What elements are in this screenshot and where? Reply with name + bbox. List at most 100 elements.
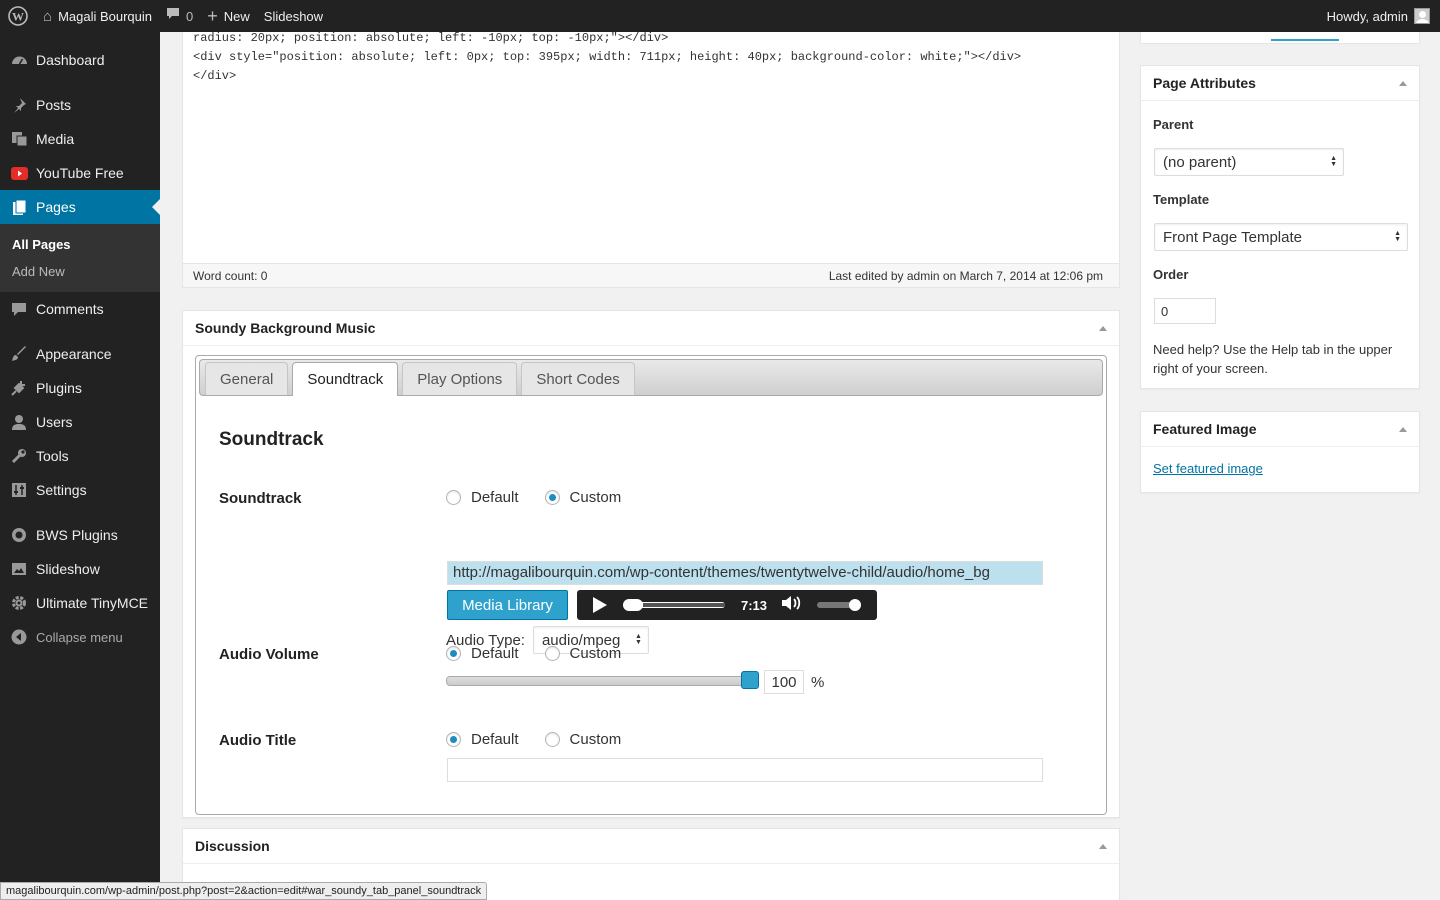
template-select[interactable]: Front Page Template ▲ ▼ <box>1154 223 1408 251</box>
toggle-arrow-icon[interactable] <box>1099 843 1107 849</box>
my-account-link[interactable]: Howdy, admin <box>1320 0 1440 32</box>
word-count: Word count: 0 <box>193 268 268 283</box>
howdy-text: Howdy, admin <box>1326 8 1408 24</box>
menu-bws-label: BWS Plugins <box>36 527 118 543</box>
set-featured-image-link[interactable]: Set featured image <box>1153 461 1263 476</box>
submenu-all-pages[interactable]: All Pages <box>0 231 160 258</box>
menu-media[interactable]: Media <box>0 122 160 156</box>
discussion-header[interactable]: Discussion <box>183 829 1119 864</box>
admin-menu: Dashboard Posts Media YouTube Free Pages… <box>0 32 160 900</box>
collapse-menu-button[interactable]: Collapse menu <box>0 620 160 654</box>
menu-youtube-free[interactable]: YouTube Free <box>0 156 160 190</box>
dashboard-icon <box>10 51 28 69</box>
menu-slideshow-label: Slideshow <box>36 561 100 577</box>
menu-dashboard[interactable]: Dashboard <box>0 43 160 77</box>
order-input[interactable]: 0 <box>1154 298 1216 324</box>
soundy-title: Soundy Background Music <box>195 320 376 336</box>
featured-image-metabox: Featured Image Set featured image <box>1140 411 1420 493</box>
menu-plugins-label: Plugins <box>36 380 82 396</box>
slideshow-link[interactable]: Slideshow <box>257 0 330 32</box>
menu-tinymce-label: Ultimate TinyMCE <box>36 595 149 611</box>
wordpress-logo-icon[interactable]: W <box>0 0 36 32</box>
audio-player: 7:13 <box>577 590 877 620</box>
volume-radio-group: Default Custom <box>446 645 621 662</box>
volume-default-radio[interactable] <box>446 646 461 661</box>
paintbrush-icon <box>10 345 28 363</box>
menu-tools-label: Tools <box>36 448 69 464</box>
menu-ultimate-tinymce[interactable]: Ultimate TinyMCE <box>0 586 160 620</box>
seek-bar[interactable] <box>623 599 725 611</box>
soundtrack-default-label: Default <box>471 489 519 506</box>
volume-custom-label: Custom <box>569 645 622 662</box>
tab-soundtrack[interactable]: Soundtrack <box>292 362 399 396</box>
menu-plugins[interactable]: Plugins <box>0 371 160 405</box>
menu-tools[interactable]: Tools <box>0 439 160 473</box>
volume-input[interactable]: 100 <box>764 670 804 694</box>
tab-play-options[interactable]: Play Options <box>402 362 518 395</box>
select-arrows-icon: ▲ ▼ <box>1330 155 1337 168</box>
section-title: Soundtrack <box>219 429 324 450</box>
settings-sliders-icon <box>10 481 28 499</box>
media-icon <box>10 130 28 148</box>
soundtrack-url-input[interactable]: http://magalibourquin.com/wp-content/the… <box>447 561 1043 585</box>
featured-image-header[interactable]: Featured Image <box>1141 412 1419 447</box>
site-name-link[interactable]: ⌂ Magali Bourquin <box>36 0 159 32</box>
avatar <box>1414 8 1430 24</box>
editor-code[interactable]: radius: 20px; position: absolute; left: … <box>183 29 1119 86</box>
audio-title-input[interactable] <box>447 758 1043 782</box>
menu-appearance[interactable]: Appearance <box>0 337 160 371</box>
status-url-tooltip: magalibourquin.com/wp-admin/post.php?pos… <box>0 882 488 900</box>
menu-pages[interactable]: Pages <box>0 190 160 224</box>
volume-slider[interactable] <box>446 671 759 689</box>
collapse-arrow-icon <box>10 628 28 646</box>
soundtrack-default-radio[interactable] <box>446 490 461 505</box>
menu-bws-plugins[interactable]: BWS Plugins <box>0 518 160 552</box>
menu-youtube-label: YouTube Free <box>36 165 124 181</box>
menu-settings[interactable]: Settings <box>0 473 160 507</box>
media-library-button[interactable]: Media Library <box>447 590 568 620</box>
volume-bar[interactable] <box>817 599 862 611</box>
menu-posts[interactable]: Posts <box>0 88 160 122</box>
pages-submenu: All Pages Add New <box>0 224 160 292</box>
soundy-metabox: Soundy Background Music General Soundtra… <box>182 310 1120 818</box>
editor-status-bar: Word count: 0 Last edited by admin on Ma… <box>183 263 1119 287</box>
soundtrack-custom-radio[interactable] <box>544 490 560 505</box>
volume-default-label: Default <box>471 645 519 662</box>
audio-duration: 7:13 <box>741 597 768 613</box>
play-icon[interactable] <box>593 597 607 613</box>
menu-users[interactable]: Users <box>0 405 160 439</box>
menu-dashboard-label: Dashboard <box>36 52 105 68</box>
title-custom-label: Custom <box>569 731 622 748</box>
tab-general[interactable]: General <box>205 362 289 395</box>
svg-text:W: W <box>12 10 24 24</box>
volume-custom-radio[interactable] <box>544 646 560 661</box>
title-default-radio[interactable] <box>446 732 461 747</box>
new-content-link[interactable]: + New <box>200 0 257 32</box>
gear-icon <box>10 594 28 612</box>
page-attributes-header[interactable]: Page Attributes <box>1141 66 1419 101</box>
soundtrack-radio-group: Default Custom <box>446 489 621 506</box>
page-attributes-metabox: Page Attributes Parent (no parent) ▲ ▼ Te… <box>1140 65 1420 389</box>
help-text: Need help? Use the Help tab in the upper… <box>1153 342 1393 376</box>
toggle-arrow-icon[interactable] <box>1399 426 1407 432</box>
menu-slideshow[interactable]: Slideshow <box>0 552 160 586</box>
comment-icon <box>10 300 28 318</box>
menu-comments[interactable]: Comments <box>0 292 160 326</box>
speaker-icon[interactable] <box>781 594 803 617</box>
title-custom-radio[interactable] <box>544 732 560 747</box>
soundy-metabox-header[interactable]: Soundy Background Music <box>183 311 1119 346</box>
soundy-tabs-panel: General Soundtrack Play Options Short Co… <box>195 355 1107 815</box>
parent-select[interactable]: (no parent) ▲ ▼ <box>1154 148 1344 176</box>
toggle-arrow-icon[interactable] <box>1399 80 1407 86</box>
discussion-title: Discussion <box>195 838 270 854</box>
volume-slider-handle[interactable] <box>741 671 759 689</box>
comments-link[interactable]: 0 <box>159 0 200 32</box>
user-icon <box>10 413 28 431</box>
tab-short-codes[interactable]: Short Codes <box>521 362 635 395</box>
content-editor[interactable]: radius: 20px; position: absolute; left: … <box>182 29 1120 288</box>
parent-label: Parent <box>1153 117 1194 132</box>
toggle-arrow-icon[interactable] <box>1099 325 1107 331</box>
template-value: Front Page Template <box>1163 228 1302 246</box>
submenu-add-new[interactable]: Add New <box>0 258 160 285</box>
collapse-menu-label: Collapse menu <box>36 629 123 645</box>
